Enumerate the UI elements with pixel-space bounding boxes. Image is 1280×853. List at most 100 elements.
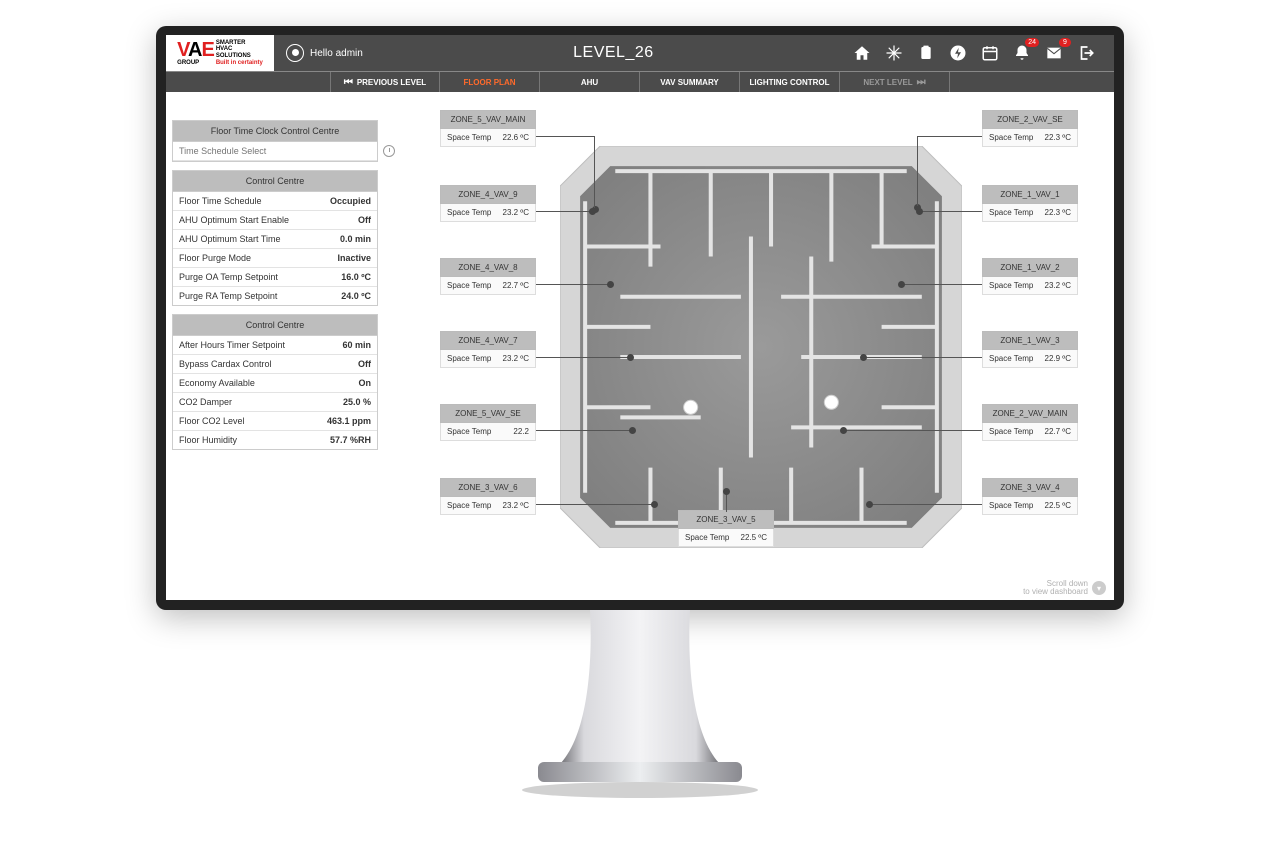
zone-temp-value: 22.5 ºC [1045, 501, 1072, 510]
panel-row: Floor Time ScheduleOccupied [173, 192, 377, 211]
row-value: On [359, 378, 372, 388]
zone-name: ZONE_3_VAV_5 [678, 510, 774, 529]
floor-plan-area: ZONE_5_VAV_MAINSpace Temp22.6 ºC ZONE_4_… [446, 110, 1086, 600]
zone-card[interactable]: ZONE_4_VAV_7Space Temp23.2 ºC [440, 331, 536, 368]
row-value: 25.0 % [343, 397, 371, 407]
row-label: Bypass Cardax Control [179, 359, 272, 369]
zone-name: ZONE_2_VAV_MAIN [982, 404, 1078, 423]
zone-card[interactable]: ZONE_5_VAV_SESpace Temp22.2 [440, 404, 536, 441]
greeting-text: Hello admin [310, 48, 363, 59]
calendar-icon[interactable] [980, 43, 1000, 63]
panel-row: CO2 Damper 25.0 % [173, 393, 377, 412]
zone-temp-value: 22.3 ºC [1045, 208, 1072, 217]
bolt-icon[interactable] [948, 43, 968, 63]
row-label: AHU Optimum Start Enable [179, 215, 289, 225]
scroll-hint: Scroll down to view dashboard ▾ [1023, 580, 1106, 596]
panel-row: After Hours Timer Setpoint60 min [173, 336, 377, 355]
zone-name: ZONE_1_VAV_3 [982, 331, 1078, 350]
row-label: Economy Available [179, 378, 255, 388]
panel-time-clock: Floor Time Clock Control Centre [172, 120, 378, 162]
zone-temp-value: 22.9 ºC [1045, 354, 1072, 363]
zone-name: ZONE_1_VAV_1 [982, 185, 1078, 204]
panel-row: Floor CO2 Level 463.1 ppm [173, 412, 377, 431]
tab-next-level[interactable]: NEXT LEVEL ⏭ [840, 72, 950, 92]
zone-temp-label: Space Temp [447, 281, 491, 290]
row-value: Occupied [330, 196, 371, 206]
zone-card[interactable]: ZONE_3_VAV_6Space Temp23.2 ºC [440, 478, 536, 515]
panel-row: Economy Available On [173, 374, 377, 393]
zone-temp-value: 22.2 [513, 427, 529, 436]
zone-card[interactable]: ZONE_1_VAV_3 Space Temp 22.9 ºC [982, 331, 1078, 368]
zone-temp-label: Space Temp [447, 501, 491, 510]
row-value: Off [358, 359, 371, 369]
user-icon [286, 44, 304, 62]
row-value: 0.0 min [340, 234, 371, 244]
row-value: 57.7 %RH [330, 435, 371, 445]
row-label: CO2 Damper [179, 397, 232, 407]
time-schedule-input[interactable] [179, 146, 371, 156]
panel-row: Bypass Cardax Control Off [173, 355, 377, 374]
tab-previous-level[interactable]: ⏮ PREVIOUS LEVEL [330, 72, 440, 92]
home-icon[interactable] [852, 43, 872, 63]
zone-temp-label: Space Temp [447, 427, 491, 436]
row-value: 60 min [342, 340, 371, 350]
zone-card[interactable]: ZONE_1_VAV_1Space Temp22.3 ºC [982, 185, 1078, 222]
row-value: Off [358, 215, 371, 225]
zone-temp-label: Space Temp [447, 208, 491, 217]
tab-floor-plan[interactable]: FLOOR PLAN [440, 72, 540, 92]
panel-control-centre-2-header: Control Centre [173, 315, 377, 336]
zone-temp-value: 22.3 ºC [1045, 133, 1072, 142]
zone-card[interactable]: ZONE_5_VAV_MAINSpace Temp22.6 ºC [440, 110, 536, 147]
row-label: Floor CO2 Level [179, 416, 245, 426]
clipboard-icon[interactable] [916, 43, 936, 63]
zone-card[interactable]: ZONE_3_VAV_5 Space Temp 22.5 ºC [678, 510, 774, 547]
zone-card[interactable]: ZONE_1_VAV_2Space Temp23.2 ºC [982, 258, 1078, 295]
zone-card[interactable]: ZONE_4_VAV_8Space Temp22.7 ºC [440, 258, 536, 295]
panel-control-centre-2: Control Centre After Hours Timer Setpoin… [172, 314, 378, 450]
snowflake-icon[interactable] [884, 43, 904, 63]
zone-name: ZONE_1_VAV_2 [982, 258, 1078, 277]
zone-card[interactable]: ZONE_2_VAV_SE Space Temp 22.3 ºC [982, 110, 1078, 147]
user-greeting[interactable]: Hello admin [274, 44, 375, 62]
zone-temp-value: 23.2 ºC [503, 501, 530, 510]
panel-row: AHU Optimum Start Enable Off [173, 211, 377, 230]
row-label: AHU Optimum Start Time [179, 234, 281, 244]
row-label: Floor Humidity [179, 435, 237, 445]
zone-card[interactable]: ZONE_2_VAV_MAINSpace Temp22.7 ºC [982, 404, 1078, 441]
row-value: 24.0 ºC [341, 291, 371, 301]
zone-name: ZONE_5_VAV_MAIN [440, 110, 536, 129]
panel-control-centre-1-header: Control Centre [173, 171, 377, 192]
zone-temp-label: Space Temp [685, 533, 729, 542]
zone-temp-label: Space Temp [989, 133, 1033, 142]
app-screen: VAE GROUP SMARTER HVAC SOLUTIONS Built i… [166, 35, 1114, 600]
zone-temp-value: 22.6 ºC [503, 133, 530, 142]
bell-icon[interactable]: 24 [1012, 43, 1032, 63]
zone-name: ZONE_2_VAV_SE [982, 110, 1078, 129]
zone-temp-label: Space Temp [989, 354, 1033, 363]
mail-icon[interactable]: 9 [1044, 43, 1064, 63]
panel-row: Purge OA Temp Setpoint16.0 ºC [173, 268, 377, 287]
floor-plan-image [560, 146, 962, 548]
tab-lighting-control[interactable]: LIGHTING CONTROL [740, 72, 840, 92]
logout-icon[interactable] [1076, 43, 1096, 63]
logo: VAE GROUP SMARTER HVAC SOLUTIONS Built i… [166, 35, 274, 71]
page-title: LEVEL_26 [375, 44, 852, 62]
zone-name: ZONE_4_VAV_9 [440, 185, 536, 204]
zone-temp-value: 22.7 ºC [503, 281, 530, 290]
time-schedule-select-row[interactable] [173, 142, 377, 161]
app-header: VAE GROUP SMARTER HVAC SOLUTIONS Built i… [166, 35, 1114, 71]
bell-badge: 24 [1025, 38, 1039, 47]
zone-temp-label: Space Temp [989, 427, 1033, 436]
chevron-last-icon: ⏭ [917, 77, 926, 88]
row-value: 463.1 ppm [327, 416, 371, 426]
tab-ahu[interactable]: AHU [540, 72, 640, 92]
zone-name: ZONE_4_VAV_7 [440, 331, 536, 350]
toolbar-icons: 24 9 [852, 43, 1114, 63]
tab-vav-summary[interactable]: VAV SUMMARY [640, 72, 740, 92]
zone-temp-value: 22.5 ºC [741, 533, 768, 542]
panel-row: Purge RA Temp Setpoint24.0 ºC [173, 287, 377, 305]
zone-card[interactable]: ZONE_4_VAV_9Space Temp23.2 ºC [440, 185, 536, 222]
zone-card[interactable]: ZONE_3_VAV_4Space Temp22.5 ºC [982, 478, 1078, 515]
logo-tagline: SMARTER HVAC SOLUTIONS Built in certaint… [216, 40, 263, 66]
panel-control-centre-1: Control Centre Floor Time ScheduleOccupi… [172, 170, 378, 306]
